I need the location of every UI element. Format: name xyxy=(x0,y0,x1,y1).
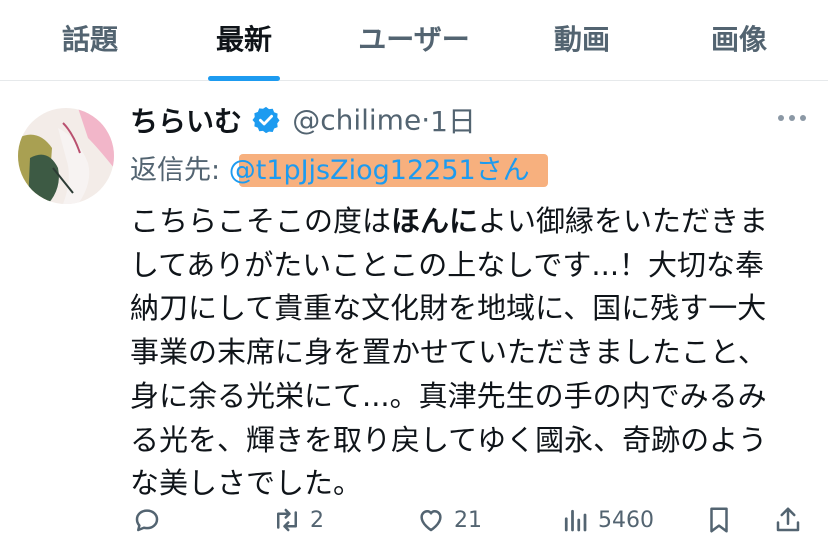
bookmark-button[interactable] xyxy=(704,502,734,538)
verified-badge-icon xyxy=(251,105,281,135)
tweet-text-part2: よい御縁をいただきましてありがたいことこの上なしです...！大切な奉納刀にして貴… xyxy=(130,204,769,501)
tab-videos[interactable]: 動画 xyxy=(550,18,614,58)
reply-mention-handle[interactable]: @t1pJjsZiog12251 xyxy=(229,155,476,186)
reply-icon xyxy=(135,509,159,532)
author-name[interactable]: ちらいむ xyxy=(130,105,242,138)
tab-latest[interactable]: 最新 xyxy=(212,18,276,58)
tab-users[interactable]: ユーザー xyxy=(353,18,475,58)
tweet-header: ちらいむ @chilime·1日 xyxy=(130,100,476,144)
bookmark-icon xyxy=(710,507,728,533)
retweet-button[interactable]: 2 xyxy=(272,502,324,538)
tab-trending[interactable]: 話題 xyxy=(58,18,122,58)
reply-to-line: 返信先: @t1pJjsZiog12251さん xyxy=(130,148,548,187)
retweet-icon xyxy=(277,508,297,532)
tab-images[interactable]: 画像 xyxy=(707,18,771,58)
retweet-count: 2 xyxy=(310,507,324,533)
views-button[interactable]: 5460 xyxy=(560,502,654,538)
tweet-actions: 2 21 5460 xyxy=(130,500,810,540)
share-icon xyxy=(776,507,800,532)
tweet-time[interactable]: 1日 xyxy=(430,105,476,138)
like-count: 21 xyxy=(454,507,482,533)
author-handle[interactable]: @chilime xyxy=(292,104,421,137)
tweet-text: こちらこそこの度はほんによい御縁をいただきましてありがたいことこの上なしです..… xyxy=(130,200,780,506)
time-separator: · xyxy=(421,103,431,137)
more-options-icon[interactable] xyxy=(775,108,809,128)
active-tab-indicator xyxy=(208,76,280,81)
tweet-text-bold: ほんに xyxy=(391,204,479,238)
views-chart-icon xyxy=(564,509,587,532)
reply-button[interactable] xyxy=(132,502,162,538)
tweet-text-part1: こちらこそこの度は xyxy=(130,204,392,238)
heart-icon xyxy=(420,510,442,532)
views-count: 5460 xyxy=(598,507,654,533)
avatar[interactable] xyxy=(18,108,114,204)
like-button[interactable]: 21 xyxy=(416,502,482,538)
reply-prefix: 返信先: xyxy=(130,155,229,186)
reply-mention-suffix: さん xyxy=(475,155,530,186)
tab-bar: 話題 最新 ユーザー 動画 画像 xyxy=(0,0,828,81)
reply-mention[interactable]: @t1pJjsZiog12251さん xyxy=(229,148,548,187)
share-button[interactable] xyxy=(773,502,803,538)
